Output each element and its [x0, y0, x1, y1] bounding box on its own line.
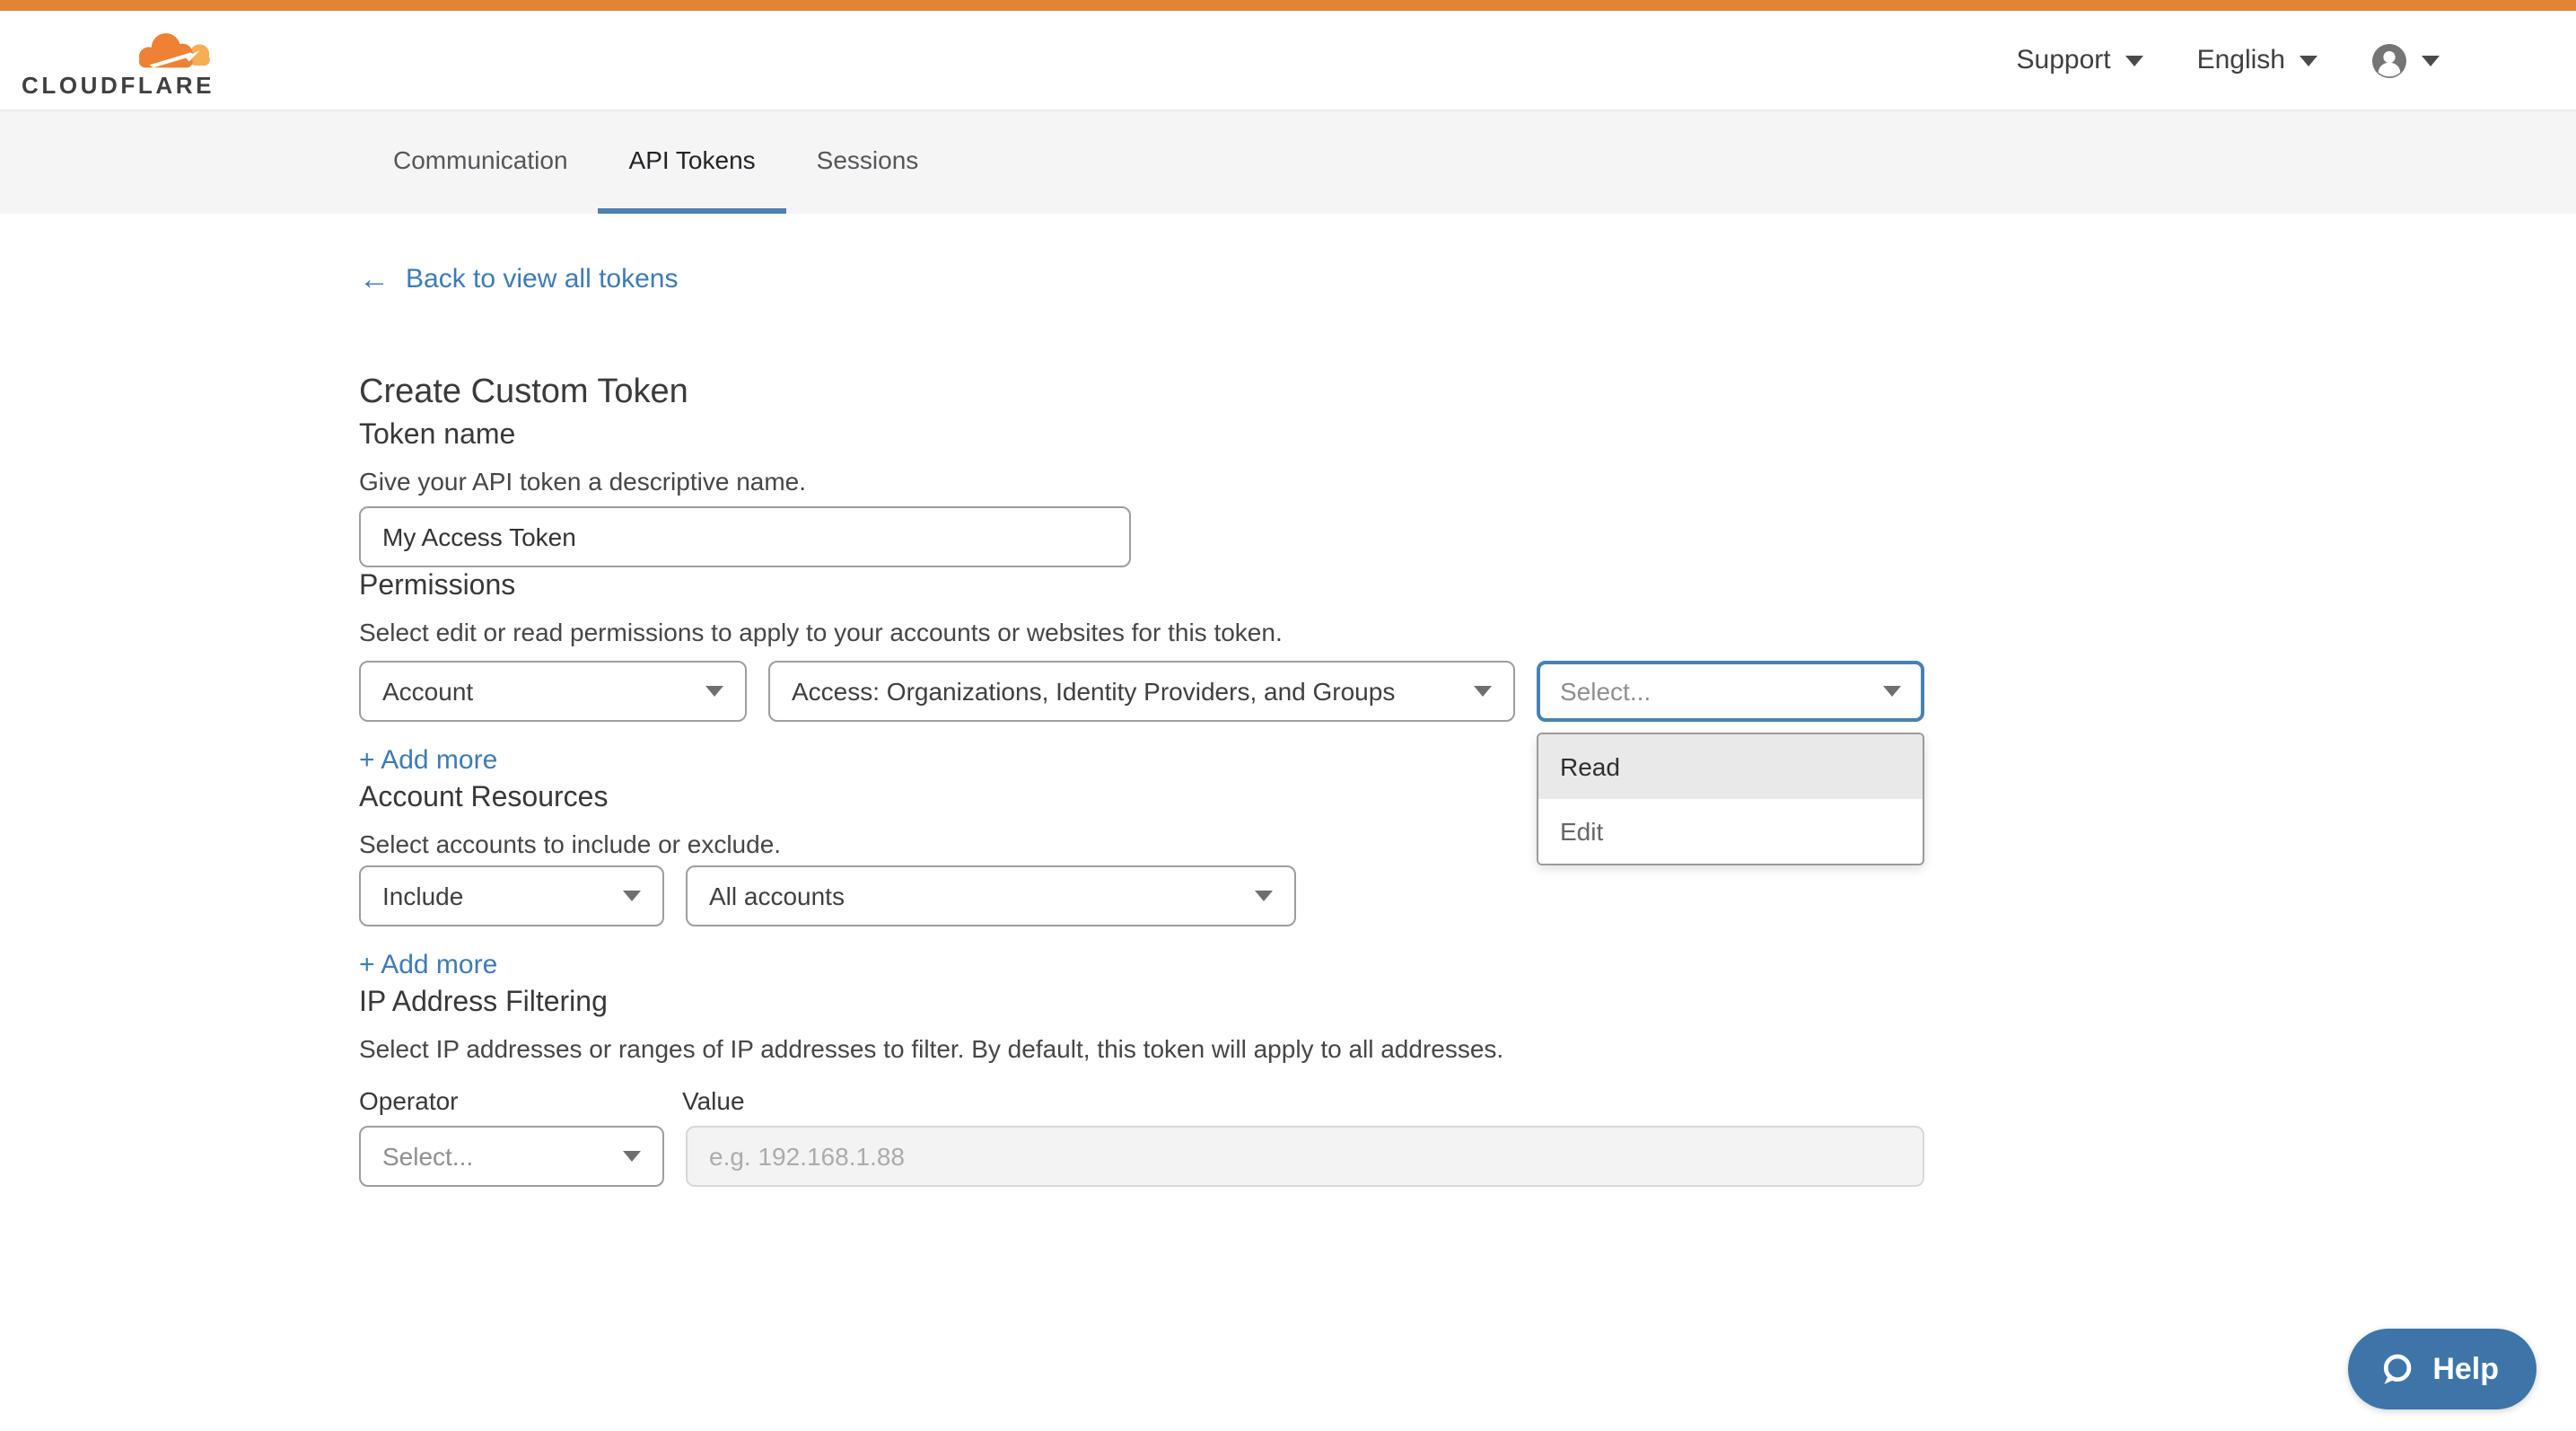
- cloudflare-logo[interactable]: CLOUDFLARE: [22, 29, 215, 97]
- chevron-down-icon: [2422, 55, 2440, 66]
- chevron-down-icon: [2125, 55, 2143, 66]
- ip-filtering-labels: Operator Value: [359, 1084, 2576, 1119]
- back-link[interactable]: ← Back to view all tokens: [359, 264, 679, 294]
- account-scope-value: All accounts: [709, 882, 845, 910]
- value-label: Value: [682, 1084, 745, 1119]
- chevron-down-icon: [623, 891, 641, 901]
- user-avatar-icon: [2371, 42, 2407, 78]
- token-name-description: Give your API token a descriptive name.: [359, 465, 2576, 499]
- chevron-down-icon: [1255, 891, 1273, 901]
- token-name-input[interactable]: [359, 506, 1131, 567]
- support-menu[interactable]: Support: [2017, 45, 2143, 75]
- ip-filtering-row: Select...: [359, 1126, 2576, 1187]
- account-resources-heading: Account Resources: [359, 779, 2576, 817]
- chevron-down-icon: [705, 686, 723, 697]
- permissions-add-more-link[interactable]: + Add more: [359, 743, 497, 779]
- page-title: Create Custom Token: [359, 370, 2576, 417]
- permission-scope-select[interactable]: Account: [359, 661, 747, 722]
- permission-scope-value: Account: [382, 677, 473, 706]
- permission-access-placeholder: Select...: [1560, 677, 1651, 706]
- header-menus: Support English: [2017, 42, 2440, 78]
- permissions-row: Account Access: Organizations, Identity …: [359, 661, 2576, 722]
- language-menu-label: English: [2197, 45, 2285, 75]
- token-name-heading: Token name: [359, 417, 2576, 454]
- permission-resource-value: Access: Organizations, Identity Provider…: [792, 677, 1395, 706]
- chevron-down-icon: [623, 1151, 641, 1162]
- main-content: ← Back to view all tokens Create Custom …: [0, 214, 2576, 1187]
- cloudflare-wordmark: CLOUDFLARE: [22, 75, 215, 97]
- tab-sessions[interactable]: Sessions: [786, 111, 950, 214]
- ip-filtering-heading: IP Address Filtering: [359, 984, 2576, 1022]
- chat-bubble-icon: [2377, 1349, 2416, 1389]
- chevron-down-icon: [2300, 55, 2318, 66]
- language-menu[interactable]: English: [2197, 45, 2318, 75]
- ip-value-input[interactable]: [686, 1126, 1924, 1187]
- permissions-heading: Permissions: [359, 567, 2576, 605]
- back-link-label: Back to view all tokens: [406, 264, 679, 294]
- account-include-value: Include: [382, 882, 463, 910]
- arrow-left-icon: ←: [359, 266, 390, 293]
- permission-access-select[interactable]: Select...: [1537, 661, 1924, 722]
- permission-access-menu: Read Edit: [1537, 733, 1924, 865]
- permission-access-select-wrap: Select... Read Edit: [1537, 661, 1924, 722]
- ip-filtering-description: Select IP addresses or ranges of IP addr…: [359, 1032, 2576, 1067]
- chevron-down-icon: [1883, 686, 1901, 697]
- account-menu[interactable]: [2371, 42, 2440, 78]
- profile-tabs: Communication API Tokens Sessions: [0, 110, 2576, 214]
- help-button-label: Help: [2432, 1351, 2499, 1387]
- account-resources-add-more-link[interactable]: + Add more: [359, 948, 497, 984]
- account-scope-select[interactable]: All accounts: [686, 865, 1296, 926]
- ip-operator-select[interactable]: Select...: [359, 1126, 664, 1187]
- menu-item-edit[interactable]: Edit: [1538, 799, 1923, 864]
- tab-api-tokens[interactable]: API Tokens: [599, 111, 786, 214]
- app: CLOUDFLARE Support English Communicat: [0, 0, 2576, 1431]
- menu-item-read[interactable]: Read: [1538, 734, 1923, 799]
- operator-label: Operator: [359, 1084, 682, 1119]
- tab-communication[interactable]: Communication: [363, 111, 599, 214]
- support-menu-label: Support: [2017, 45, 2111, 75]
- cloudflare-cloud-icon: [132, 29, 215, 74]
- site-header: CLOUDFLARE Support English: [0, 11, 2576, 110]
- help-button[interactable]: Help: [2348, 1329, 2537, 1409]
- account-include-select[interactable]: Include: [359, 865, 664, 926]
- account-resources-row: Include All accounts: [359, 865, 2576, 926]
- permissions-description: Select edit or read permissions to apply…: [359, 616, 2576, 650]
- permission-resource-select[interactable]: Access: Organizations, Identity Provider…: [768, 661, 1515, 722]
- brand-accent-bar: [0, 0, 2576, 11]
- ip-operator-placeholder: Select...: [382, 1142, 473, 1171]
- chevron-down-icon: [1474, 686, 1492, 697]
- account-resources-description: Select accounts to include or exclude.: [359, 828, 2576, 862]
